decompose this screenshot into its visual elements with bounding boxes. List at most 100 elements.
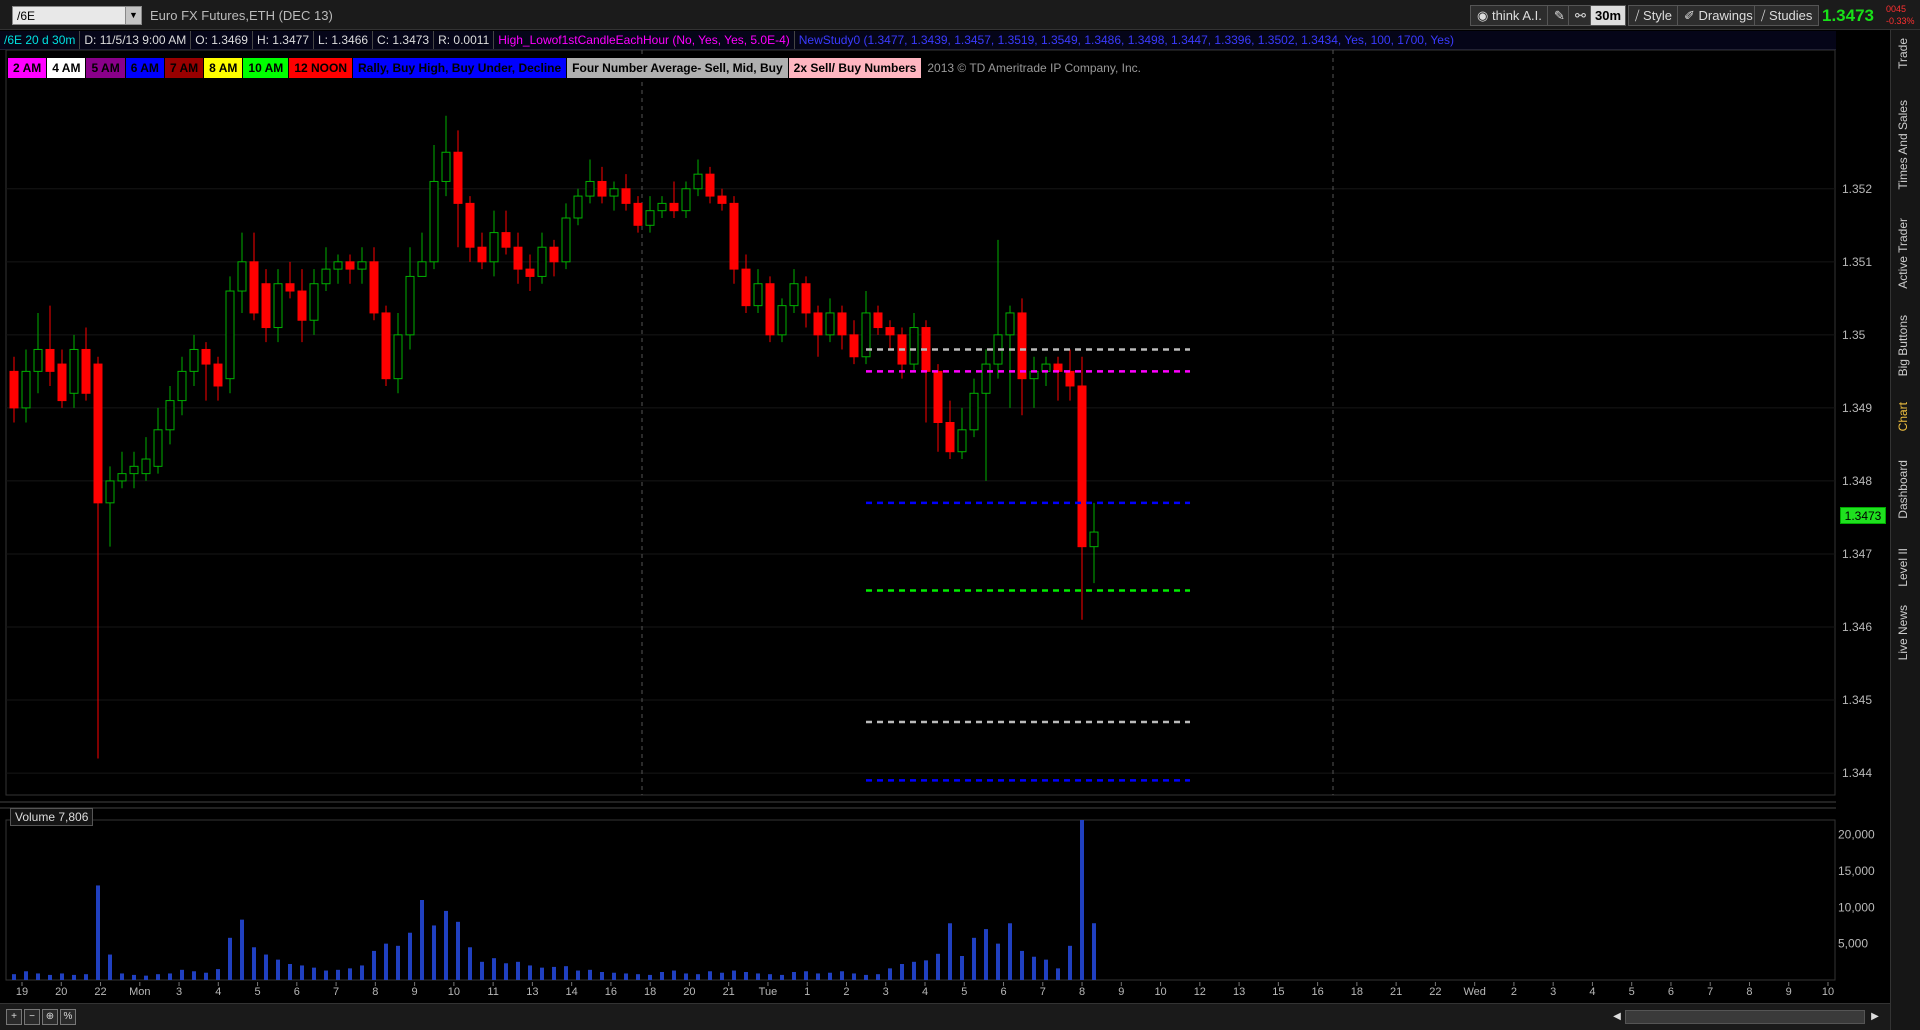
candle-body [105, 480, 115, 504]
volume-bar [1032, 956, 1036, 980]
tab-trade[interactable]: Trade [1896, 38, 1910, 69]
candle-body [753, 283, 763, 307]
volume-bar [648, 974, 652, 980]
tab-times-and-sales[interactable]: Times And Sales [1896, 100, 1910, 190]
candle-body [117, 473, 127, 482]
tab-level-ii[interactable]: Level II [1896, 548, 1910, 587]
study-newstudy0[interactable]: NewStudy0 (1.3477, 1.3439, 1.3457, 1.351… [793, 31, 1458, 49]
legend-item: Four Number Average- Sell, Mid, Buy [567, 58, 788, 78]
bar-date: D: 11/5/13 9:00 AM [79, 31, 190, 49]
volume-bar [252, 947, 256, 980]
x-tick-label: 5 [961, 986, 967, 998]
tab-chart[interactable]: Chart [1896, 402, 1910, 431]
style-button[interactable]: ⧸ Style [1628, 5, 1679, 26]
symbol-dropdown-icon[interactable]: ▼ [125, 7, 141, 24]
volume-bar [168, 973, 172, 980]
price-chart[interactable]: 1.344 1.345 1.346 1.347 1.348 1.349 1.35 1.351 1… [0, 50, 1890, 1003]
x-tick-label: 19 [16, 986, 28, 998]
chart-id: /6E 20 d 30m [4, 33, 76, 47]
volume-bar [12, 974, 16, 980]
volume-bar [1092, 923, 1096, 980]
x-tick-label: 9 [412, 986, 418, 998]
copyright-text: 2013 © TD Ameritrade IP Company, Inc. [927, 61, 1141, 75]
x-tick-label: 3 [1550, 986, 1556, 998]
tab-live-news[interactable]: Live News [1896, 605, 1910, 660]
x-tick-label: 4 [215, 986, 221, 998]
scroll-left-icon[interactable]: ◀ [1610, 1010, 1624, 1024]
tab-dashboard[interactable]: Dashboard [1896, 460, 1910, 519]
studies-button[interactable]: ⧸ Studies [1754, 5, 1820, 26]
x-tick-label: 7 [1040, 986, 1046, 998]
y-tick-label: 1.349 [1842, 401, 1872, 415]
candle-body [1065, 370, 1075, 387]
candle-body [165, 400, 175, 431]
think-ai-button[interactable]: ◉ think A.I. [1470, 5, 1549, 26]
percent-icon[interactable]: % [60, 1009, 76, 1025]
percent-change: -0.33% [1886, 16, 1915, 26]
volume-bar [360, 965, 364, 980]
legend-item: 4 AM [47, 58, 86, 78]
study-high-low[interactable]: High_Lowof1stCandleEachHour (No, Yes, Ye… [493, 31, 794, 49]
period-button[interactable]: 30m [1590, 5, 1627, 26]
volume-bar [192, 971, 196, 980]
link-icon: ⚯ [1575, 8, 1586, 23]
volume-bar [564, 966, 568, 980]
candle-body [309, 283, 319, 321]
symbol-input[interactable]: /6E ▼ [12, 6, 142, 25]
candle-body [585, 180, 595, 197]
net-change: 0045 [1886, 4, 1907, 14]
volume-bar [924, 960, 928, 980]
drawings-button[interactable]: ✐ Drawings [1677, 5, 1760, 26]
x-tick-label: 12 [1194, 986, 1206, 998]
candle-body [477, 246, 487, 263]
candle-body [945, 422, 955, 453]
volume-bar [60, 973, 64, 980]
candle-body [393, 334, 403, 380]
x-tick-label: 16 [605, 986, 617, 998]
zoom-in-icon[interactable]: + [6, 1009, 22, 1025]
volume-tick-label: 10,000 [1838, 900, 1875, 914]
legend-item: 6 AM [125, 58, 164, 78]
symbol-description: Euro FX Futures,ETH (DEC 13) [150, 8, 333, 23]
volume-bar [696, 974, 700, 980]
x-tick-label: 7 [1707, 986, 1713, 998]
volume-bar [972, 937, 976, 980]
crosshair-icon[interactable]: ⊕ [42, 1009, 58, 1025]
candle-body [1005, 312, 1015, 336]
candle-body [573, 195, 583, 219]
volume-tick-label: 5,000 [1838, 937, 1868, 951]
candle-body [621, 188, 631, 204]
legend-item: Rally, Buy High, Buy Under, Decline [353, 58, 567, 78]
tab-big-buttons[interactable]: Big Buttons [1896, 315, 1910, 376]
candle-body [93, 363, 103, 504]
zoom-out-icon[interactable]: − [24, 1009, 40, 1025]
candle-body [957, 429, 967, 453]
top-toolbar: /6E ▼ Euro FX Futures,ETH (DEC 13) ◉ thi… [0, 0, 1920, 30]
candle-body [21, 370, 31, 409]
candle-body [321, 268, 331, 285]
candle-body [1077, 385, 1087, 548]
x-tick-label: 22 [94, 986, 106, 998]
horizontal-scrollbar[interactable] [1625, 1010, 1865, 1024]
candle-body [357, 261, 367, 270]
legend-item: 10 AM [243, 58, 289, 78]
volume-bar [372, 950, 376, 980]
scroll-right-icon[interactable]: ▶ [1868, 1010, 1882, 1024]
volume-bar [936, 953, 940, 980]
candle-body [345, 261, 355, 270]
volume-bar [876, 974, 880, 980]
x-tick-label: Tue [759, 986, 778, 998]
x-tick-label: 11 [487, 986, 498, 998]
volume-bar [24, 971, 28, 980]
bar-range: R: 0.0011 [433, 31, 493, 49]
candle-body [1017, 312, 1027, 380]
candle-body [129, 465, 139, 475]
volume-bar [624, 973, 628, 980]
x-tick-label: 14 [566, 986, 578, 998]
x-tick-label: 4 [1589, 986, 1595, 998]
candle-body [213, 363, 223, 387]
x-tick-label: 7 [333, 986, 339, 998]
x-tick-label: 22 [1429, 986, 1441, 998]
x-tick-label: 5 [255, 986, 261, 998]
tab-active-trader[interactable]: Active Trader [1896, 218, 1910, 289]
